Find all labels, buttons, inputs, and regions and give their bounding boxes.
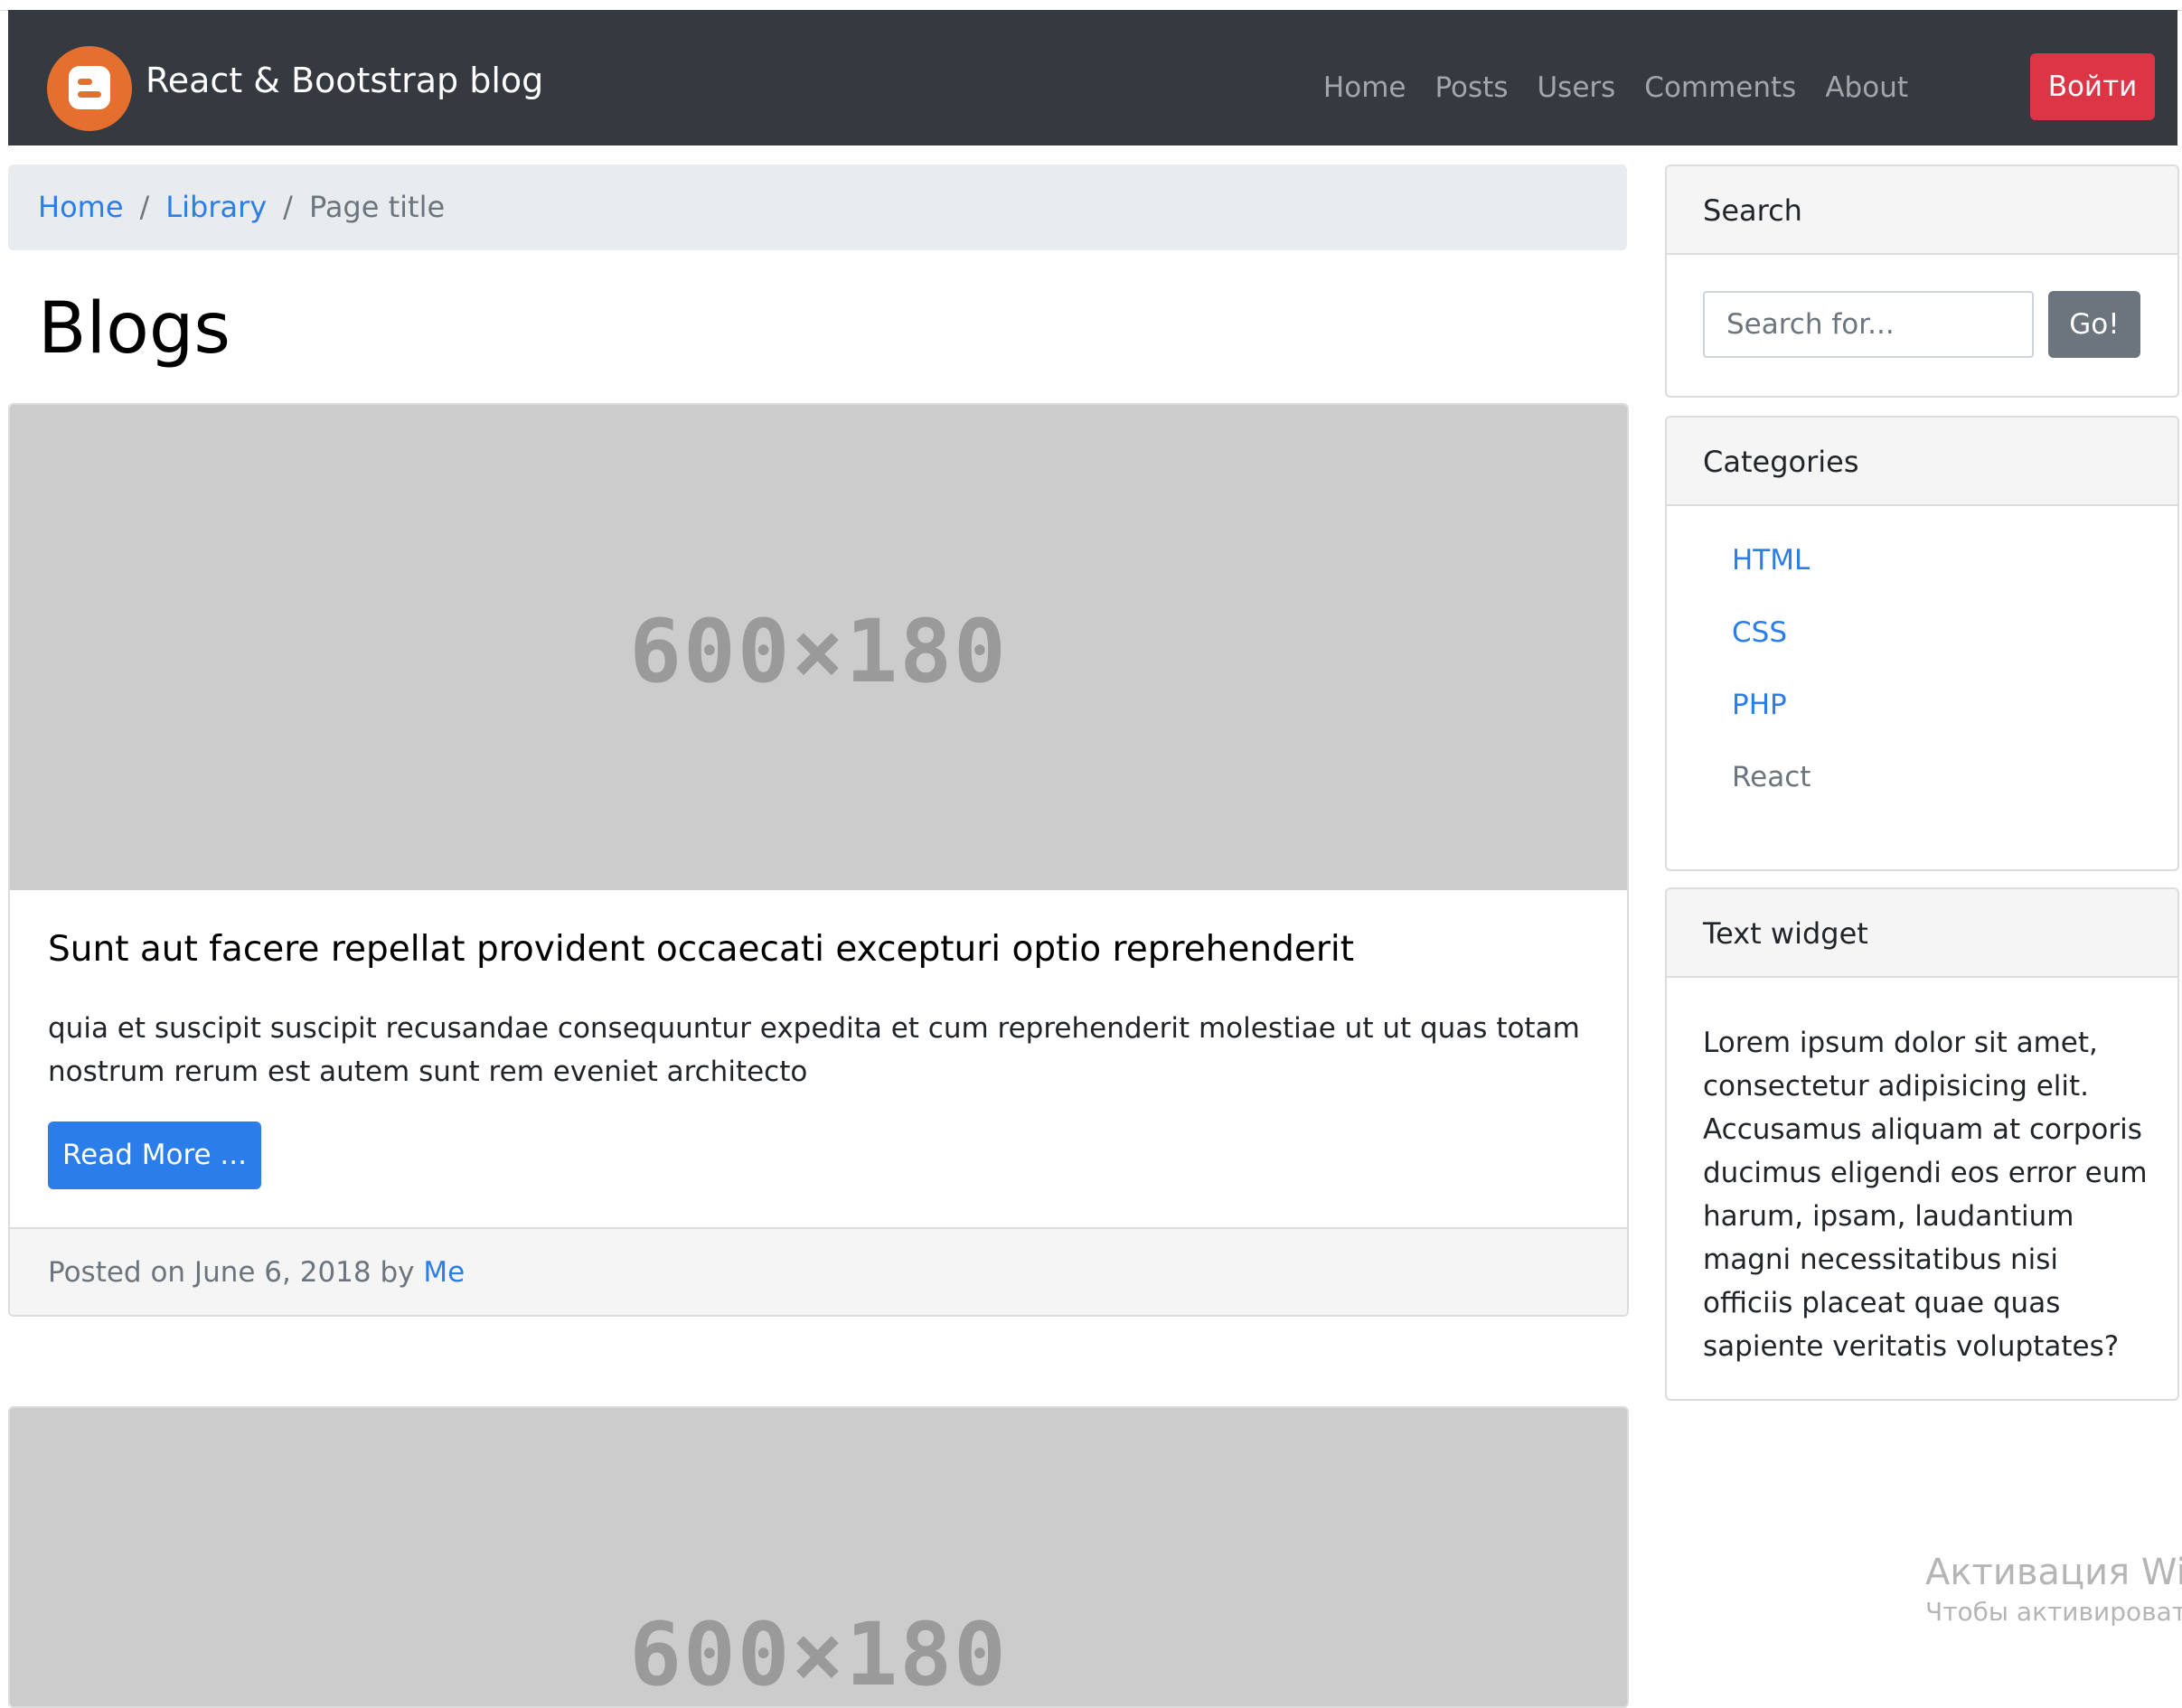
windows-activation-watermark: Активация Winc Чтобы активировать [1925, 1550, 2182, 1629]
post-card: 600×180 Sunt aut facere repellat provide… [8, 403, 1629, 1317]
read-more-button[interactable]: Read More ... [48, 1121, 261, 1189]
breadcrumb-items: Home / Library / Page title [38, 188, 445, 226]
watermark-line-1: Активация Winc [1925, 1552, 2182, 1593]
widget-header: Search [1667, 166, 2177, 255]
watermark-line-2: Чтобы активировать [1925, 1597, 2182, 1627]
search-input[interactable] [1703, 291, 2034, 358]
blogger-glyph-line [78, 79, 92, 85]
breadcrumb-separator: / [283, 190, 293, 224]
text-widget: Text widget Lorem ipsum dolor sit amet, … [1665, 887, 2179, 1401]
category-html[interactable]: HTML [1732, 542, 1810, 615]
login-button[interactable]: Войти [2030, 53, 2155, 120]
placeholder-label: 600×180 [629, 601, 1008, 702]
text-widget-body: Lorem ipsum dolor sit amet, consectetur … [1703, 1027, 2148, 1363]
widget-header: Text widget [1667, 889, 2177, 978]
nav-link-home[interactable]: Home [1323, 70, 1406, 106]
category-php[interactable]: PHP [1732, 687, 1810, 759]
breadcrumb-home[interactable]: Home [38, 190, 124, 224]
category-list: HTML CSS PHP React [1732, 542, 1810, 831]
nav-link-users[interactable]: Users [1537, 70, 1615, 106]
navbar: React & Bootstrap blog Home Posts Users … [8, 10, 2177, 145]
blogger-icon[interactable] [47, 46, 132, 131]
breadcrumb-library[interactable]: Library [165, 190, 267, 224]
widget-title: Categories [1703, 445, 1859, 479]
search-go-button[interactable]: Go! [2048, 291, 2140, 358]
nav-link-posts[interactable]: Posts [1434, 70, 1508, 106]
blogger-glyph [69, 66, 110, 109]
post-date: Posted on June 6, 2018 by [48, 1256, 415, 1289]
blogger-glyph-line [78, 91, 101, 98]
nav-link-comments[interactable]: Comments [1644, 70, 1796, 106]
post-meta: Posted on June 6, 2018 by Me [48, 1254, 465, 1290]
category-css[interactable]: CSS [1732, 615, 1810, 687]
post-author-link[interactable]: Me [423, 1256, 465, 1289]
post-title: Sunt aut facere repellat provident occae… [48, 929, 1354, 970]
post-image-placeholder: 600×180 [10, 405, 1627, 890]
post-footer: Posted on June 6, 2018 by Me [10, 1227, 1627, 1315]
widget-title: Search [1703, 193, 1802, 228]
page-title: Blogs [38, 288, 231, 370]
breadcrumb-separator: / [139, 190, 150, 224]
post-excerpt: quia et suscipit suscipit recusandae con… [48, 1012, 1580, 1088]
search-widget: Search Go! [1665, 164, 2179, 398]
nav-links: Home Posts Users Comments About [1323, 70, 1908, 106]
breadcrumb: Home / Library / Page title [8, 164, 1627, 250]
brand-title[interactable]: React & Bootstrap blog [146, 61, 543, 100]
category-react[interactable]: React [1732, 759, 1810, 831]
categories-widget: Categories HTML CSS PHP React [1665, 416, 2179, 871]
widget-header: Categories [1667, 418, 2177, 506]
placeholder-label: 600×180 [629, 1604, 1008, 1705]
nav-link-about[interactable]: About [1825, 70, 1908, 106]
breadcrumb-active: Page title [308, 190, 446, 224]
widget-title: Text widget [1703, 916, 1868, 951]
post-card: 600×180 [8, 1406, 1629, 1708]
